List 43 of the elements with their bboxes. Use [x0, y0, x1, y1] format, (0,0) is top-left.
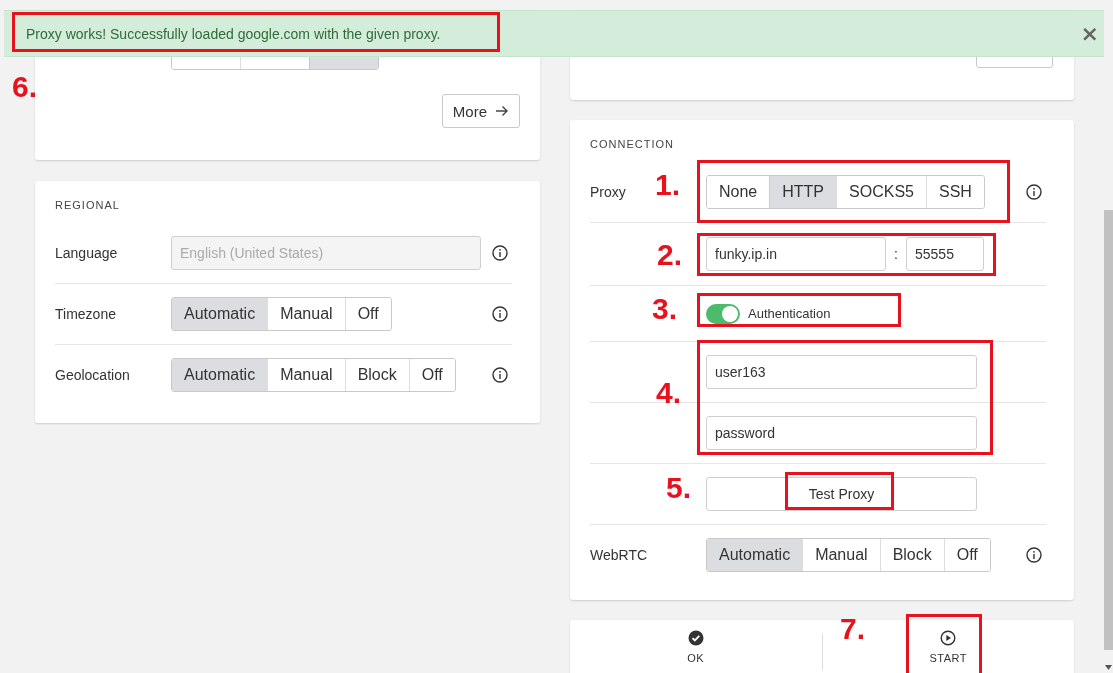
scroll-down-icon[interactable]	[1105, 665, 1112, 670]
segment-option[interactable]: Off	[943, 539, 990, 571]
host-field[interactable]: funky.ip.in	[706, 237, 886, 271]
toggle-label: Authentication	[748, 306, 831, 321]
arrow-right-icon	[495, 105, 509, 117]
banner-message: Proxy works! Successfully loaded google.com with the given proxy.	[26, 25, 441, 42]
play-icon	[940, 630, 957, 646]
ok-button[interactable]: OK	[570, 630, 822, 664]
annotation-number: 2.	[657, 238, 683, 272]
segment-option[interactable]: Automatic	[707, 539, 803, 571]
field-label: Timezone	[55, 306, 116, 322]
info-icon[interactable]	[492, 306, 508, 322]
annotation-number: 5.	[666, 471, 692, 505]
username-field[interactable]: user163	[706, 355, 977, 389]
field-label: WebRTC	[590, 547, 648, 563]
close-button[interactable]: ×	[1080, 21, 1099, 46]
more-button[interactable]: More	[441, 94, 520, 128]
info-icon[interactable]	[1026, 184, 1042, 200]
field-label: Language	[55, 245, 118, 261]
separator-text: :	[893, 246, 899, 262]
field-label: Geolocation	[55, 367, 130, 383]
segment-option[interactable]: Off	[408, 359, 455, 391]
info-icon[interactable]	[492, 245, 508, 261]
annotation-number: 3.	[652, 292, 678, 326]
check-icon	[687, 630, 704, 646]
port-field[interactable]: 55555	[906, 237, 984, 271]
toggle-switch[interactable]	[706, 303, 740, 324]
annotation-number: 1.	[655, 168, 681, 202]
annotation-number: 6.	[12, 70, 38, 104]
segment-option[interactable]: Automatic	[172, 298, 268, 330]
segment-option[interactable]: Automatic	[172, 359, 268, 391]
section-title: REGIONAL	[55, 199, 120, 211]
segment-option[interactable]: HTTP	[769, 176, 837, 208]
segment-option[interactable]: Off	[344, 298, 391, 330]
annotation-number: 4.	[656, 376, 682, 410]
info-icon[interactable]	[492, 367, 508, 383]
segment-option[interactable]: SSH	[925, 176, 984, 208]
info-icon[interactable]	[1026, 547, 1042, 563]
password-field[interactable]: password	[706, 416, 977, 450]
section-title: CONNECTION	[590, 138, 674, 150]
field-label: Proxy	[590, 184, 626, 200]
annotation-number: 7.	[840, 612, 866, 646]
test-proxy-button[interactable]: Test Proxy	[706, 477, 977, 511]
